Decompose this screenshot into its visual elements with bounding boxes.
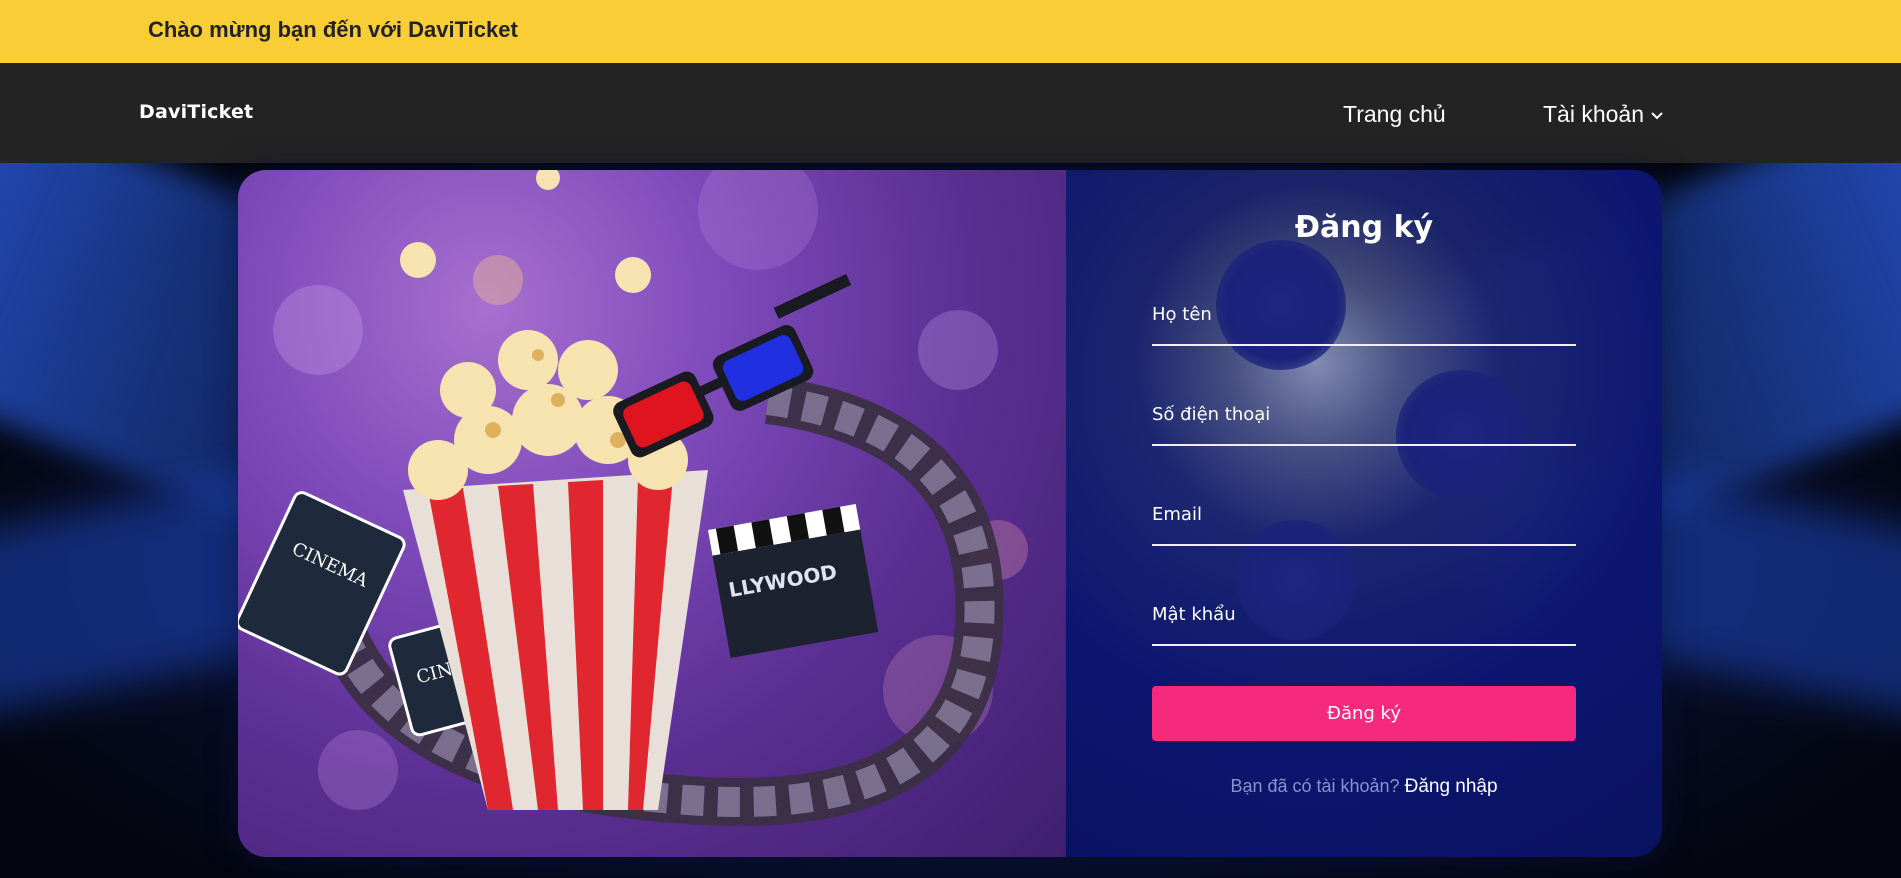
register-form-panel: Đăng ký Họ tên Số điện thoại Email Mật k… bbox=[1066, 170, 1662, 857]
form-title: Đăng ký bbox=[1294, 210, 1434, 245]
fullname-label: Họ tên bbox=[1152, 304, 1212, 325]
phone-label: Số điện thoại bbox=[1152, 404, 1271, 425]
nav-home-link[interactable]: Trang chủ bbox=[1343, 101, 1446, 128]
email-label: Email bbox=[1152, 504, 1202, 525]
chevron-down-icon bbox=[1651, 111, 1663, 119]
register-card: LLYWOOD CINEMA CINEMA bbox=[238, 170, 1662, 857]
login-link[interactable]: Đăng nhập bbox=[1405, 776, 1498, 797]
has-account-text: Bạn đã có tài khoản? bbox=[1230, 776, 1400, 796]
welcome-text: Chào mừng bạn đến với DaviTicket bbox=[148, 17, 518, 42]
password-label: Mật khẩu bbox=[1152, 604, 1236, 625]
phone-field[interactable]: Số điện thoại bbox=[1152, 404, 1576, 446]
welcome-bar: Chào mừng bạn đến với DaviTicket bbox=[0, 0, 1901, 63]
register-button[interactable]: Đăng ký bbox=[1152, 686, 1576, 741]
login-prompt: Bạn đã có tài khoản? Đăng nhập bbox=[1066, 776, 1662, 798]
email-field[interactable]: Email bbox=[1152, 504, 1576, 546]
fullname-field[interactable]: Họ tên bbox=[1152, 304, 1576, 346]
site-logo[interactable]: DaviTicket bbox=[139, 101, 253, 123]
password-field[interactable]: Mật khẩu bbox=[1152, 604, 1576, 646]
cinema-illustration: LLYWOOD CINEMA CINEMA bbox=[238, 170, 1066, 857]
popcorn-cinema-image: LLYWOOD CINEMA CINEMA bbox=[238, 170, 1028, 826]
nav-account-label: Tài khoản bbox=[1543, 101, 1645, 127]
nav-account-menu[interactable]: Tài khoản bbox=[1543, 101, 1664, 128]
navbar: DaviTicket Trang chủ Tài khoản bbox=[0, 63, 1901, 163]
